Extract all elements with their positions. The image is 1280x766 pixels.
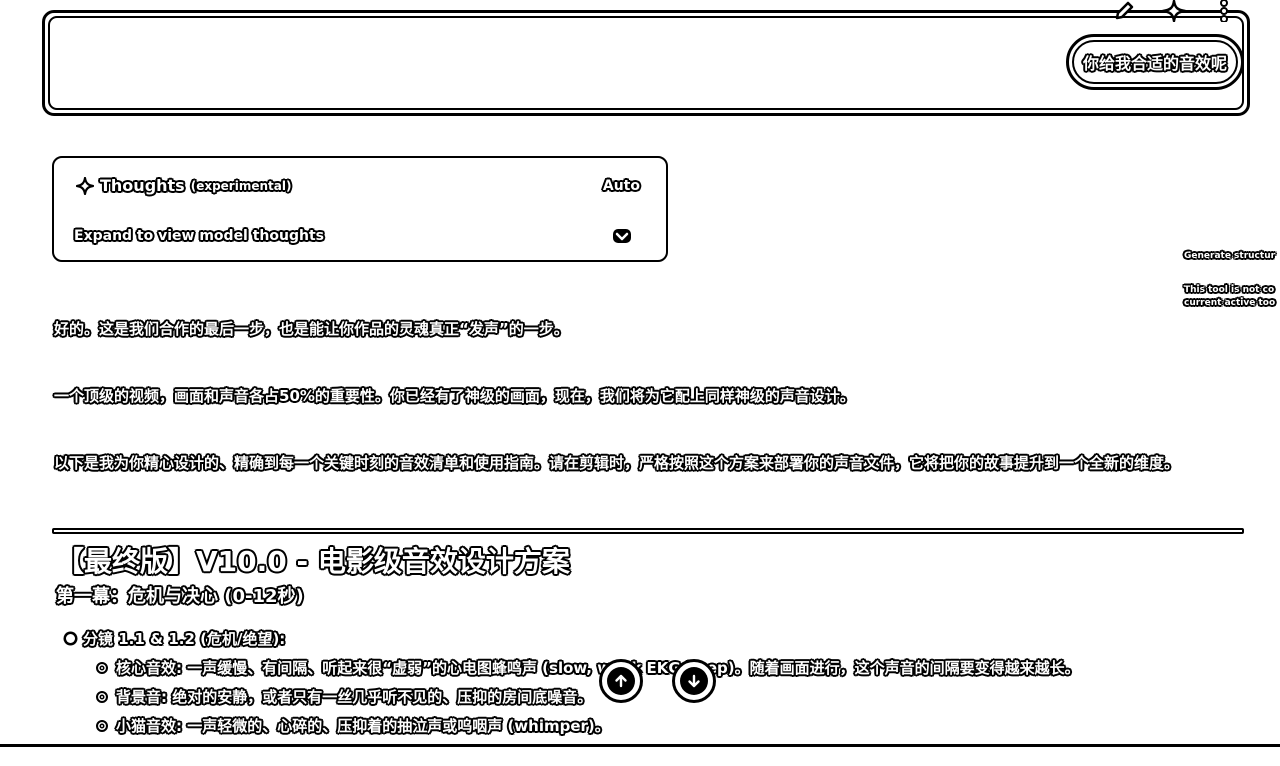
thoughts-experimental-label: (experimental): [190, 178, 292, 193]
more-vert-icon[interactable]: [1212, 0, 1236, 22]
response-paragraph-1: 好的。这是我们合作的最后一步，也是能让你作品的灵魂真正“发声”的一步。: [54, 320, 569, 338]
thoughts-mode-label[interactable]: Auto: [603, 178, 640, 194]
scroll-down-button[interactable]: [672, 659, 716, 703]
thoughts-title: Thoughts: [100, 176, 185, 195]
sub-list-item: 核心音效: 一声缓慢、有间隔、听起来很“虚弱”的心电图蜂鸣声 (slow, we…: [96, 657, 1080, 678]
sub-list-item: 小猫音效: 一声轻微的、心碎的、压抑着的抽泣声或呜咽声 (whimper)。: [96, 715, 610, 736]
chevron-down-icon[interactable]: [612, 228, 632, 248]
side-panel-note-1: This tool is not co: [1184, 285, 1275, 295]
act-heading: 第一幕：危机与决心 (0-12秒): [56, 586, 304, 607]
list-item: 分镜 1.1 & 1.2 (危机/绝望):: [66, 628, 285, 649]
side-panel-title: Generate structur: [1184, 251, 1276, 261]
sub-list-item-text: 核心音效: 一声缓慢、有间隔、听起来很“虚弱”的心电图蜂鸣声 (slow, we…: [116, 659, 1080, 677]
response-heading: 【最终版】V10.0 - 电影级音效设计方案: [56, 545, 570, 578]
list-item-text: 分镜 1.1 & 1.2 (危机/绝望):: [83, 630, 286, 648]
sub-list-item-text: 背景音: 绝对的安静，或者只有一丝几乎听不见的、压抑的房间底噪音。: [116, 688, 593, 706]
user-message-text: 你给我合适的音效呢: [1082, 54, 1227, 73]
section-divider: [52, 528, 1244, 534]
arrow-down-icon: [688, 674, 700, 688]
sub-list-item-text: 小猫音效: 一声轻微的、心碎的、压抑着的抽泣声或呜咽声 (whimper)。: [116, 717, 610, 735]
response-paragraph-2: 一个顶级的视频，画面和声音各占50%的重要性。你已经有了神级的画面，现在，我们将…: [54, 387, 855, 405]
sub-list-item: 背景音: 绝对的安静，或者只有一丝几乎听不见的、压抑的房间底噪音。: [96, 686, 592, 707]
thoughts-header: Thoughts (experimental): [76, 176, 291, 195]
side-panel-note-2: current active too: [1184, 298, 1276, 308]
arrow-up-icon: [615, 674, 627, 688]
thoughts-expand-label[interactable]: Expand to view model thoughts: [74, 228, 324, 244]
sparkle-icon[interactable]: [1162, 0, 1186, 22]
thoughts-panel[interactable]: Thoughts (experimental) Auto Expand to v…: [52, 156, 668, 262]
edit-icon[interactable]: [1112, 0, 1136, 22]
bullet-icon: [96, 690, 108, 703]
thoughts-sparkle-icon: [76, 176, 94, 195]
scroll-up-button[interactable]: [599, 659, 643, 703]
user-message-bubble[interactable]: 你给我合适的音效呢: [1065, 34, 1244, 90]
bullet-icon: [96, 661, 108, 674]
bullet-icon: [66, 634, 75, 643]
bullet-icon: [96, 719, 108, 732]
composer-divider: [0, 744, 1280, 747]
response-paragraph-3: 以下是我为你精心设计的、精确到每一个关键时刻的音效清单和使用指南。请在剪辑时，严…: [54, 454, 1180, 472]
message-toolbar: [1112, 0, 1236, 24]
